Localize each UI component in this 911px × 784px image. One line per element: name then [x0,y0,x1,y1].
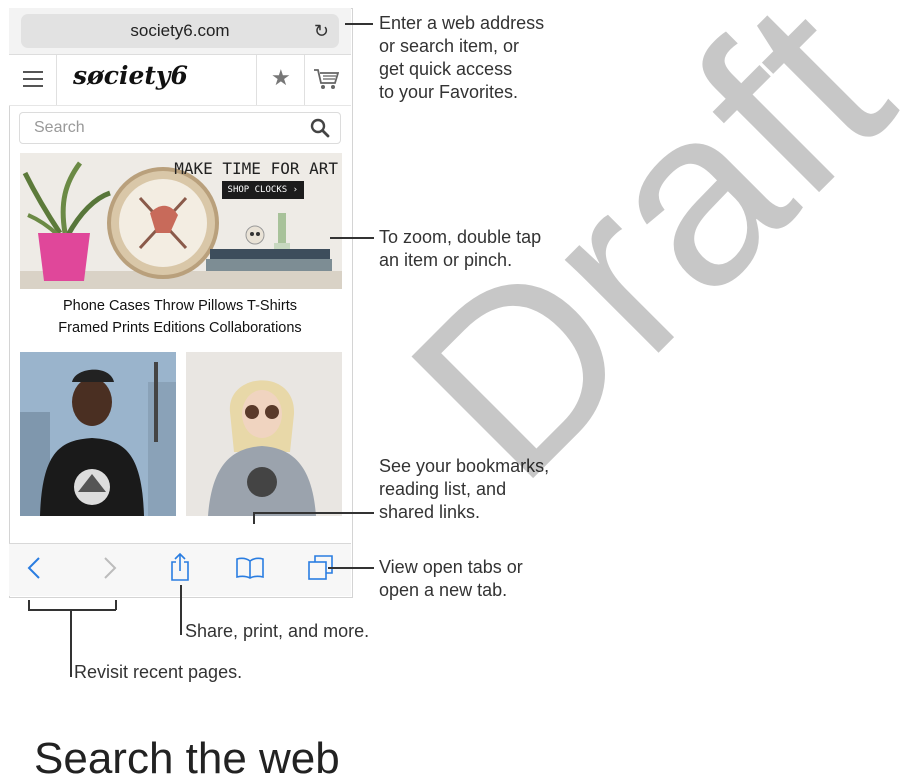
callout-line-tabs [328,567,374,569]
site-logo[interactable]: søciety6 [73,61,188,90]
callout-share: Share, print, and more. [185,621,370,641]
callout-text: to your Favorites. [379,82,519,102]
callout-text: shared links. [379,502,481,522]
callout-line-bookmarks-v [253,512,255,524]
hero-title: MAKE TIME FOR ART [174,159,338,178]
share-icon[interactable] [169,552,191,587]
callout-tabs: View open tabs or open a new tab. [379,556,523,602]
address-bar: society6.com ↻ [9,8,351,54]
cart-icon[interactable] [313,67,340,96]
callout-line-address [345,23,373,25]
callout-text: or search item, or [379,36,520,56]
callout-line-bookmarks [254,512,374,514]
search-icon[interactable] [310,118,330,143]
callout-text: View open tabs or [379,557,523,577]
bookmarks-icon[interactable] [235,556,265,585]
callout-revisit: Revisit recent pages. [74,662,243,682]
callout-bracket-base [28,609,116,611]
product-photo-woman[interactable] [186,352,342,516]
address-url: society6.com [130,21,230,40]
callout-line-zoom [330,237,374,239]
tabs-icon[interactable] [307,554,335,587]
divider [304,55,305,105]
callout-text: Enter a web address [379,13,545,33]
search-placeholder: Search [34,119,85,136]
category-links-row-2[interactable]: Framed Prints Editions Collaborations [9,320,351,336]
section-heading: Search the web [34,734,340,783]
reload-icon[interactable]: ↻ [314,14,329,48]
hero-banner[interactable]: MAKE TIME FOR ART SHOP CLOCKS › [20,153,342,289]
callout-line-revisit [70,609,72,677]
menu-icon[interactable] [23,71,43,87]
site-search-input[interactable]: Search [19,112,341,144]
site-header: søciety6 ★ [9,54,351,106]
divider [256,55,257,105]
callout-address: Enter a web address or search item, or g… [379,12,544,104]
address-field[interactable]: society6.com ↻ [21,14,339,48]
shop-clocks-button[interactable]: SHOP CLOCKS › [221,181,304,199]
product-photo-man[interactable] [20,352,176,516]
star-icon[interactable]: ★ [271,65,291,91]
callout-text: get quick access [379,59,513,79]
callout-text: open a new tab. [379,580,508,600]
divider [56,55,57,105]
callout-line-share [180,585,182,635]
back-icon[interactable] [27,556,41,585]
category-links-row-1[interactable]: Phone Cases Throw Pillows T-Shirts [9,298,351,314]
forward-icon[interactable] [103,556,117,585]
